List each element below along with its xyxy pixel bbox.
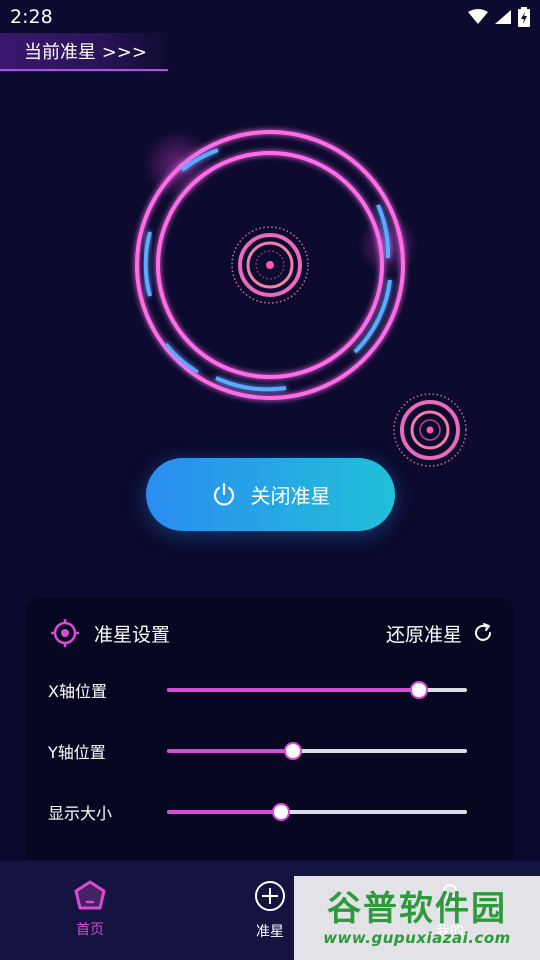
toggle-crosshair-label: 关闭准星 <box>250 484 331 508</box>
large-ring <box>135 130 418 400</box>
nav-item-home[interactable]: 首页 <box>0 861 180 960</box>
display-size-fill <box>167 810 281 814</box>
small-reticle <box>393 393 467 467</box>
crosshair-preview <box>135 130 467 467</box>
display-size-slider-row: 显示大小 <box>48 797 492 827</box>
watermark-title: 谷普软件园 <box>327 889 507 929</box>
crosshair-target-icon <box>51 619 79 647</box>
y-position-fill <box>167 749 293 753</box>
watermark: 谷普软件园 www.gupuxiazai.com <box>294 876 540 960</box>
display-size-thumb[interactable] <box>272 803 290 821</box>
x-position-slider-row: X轴位置 <box>48 675 492 705</box>
nav-label-crosshair: 准星 <box>256 924 284 940</box>
x-position-thumb[interactable] <box>410 681 428 699</box>
x-position-slider[interactable] <box>167 681 467 699</box>
watermark-url: www.gupuxiazai.com <box>323 929 511 947</box>
settings-title: 准星设置 <box>94 623 171 646</box>
crosshair-settings-panel: 准星设置 还原准星 X轴位置 Y轴位置 显示大小 <box>26 598 514 860</box>
display-size-slider[interactable] <box>167 803 467 821</box>
home-icon <box>74 880 106 910</box>
settings-title-group: 准星设置 <box>50 618 170 648</box>
y-position-label: Y轴位置 <box>48 743 106 762</box>
y-position-slider-row: Y轴位置 <box>48 736 492 766</box>
power-icon <box>213 482 234 506</box>
refresh-icon <box>475 623 491 641</box>
reset-crosshair-label: 还原准星 <box>385 623 462 646</box>
reset-crosshair-button[interactable]: 还原准星 <box>386 620 494 647</box>
x-position-label: X轴位置 <box>48 682 107 701</box>
nav-label-home: 首页 <box>76 922 104 938</box>
y-position-thumb[interactable] <box>284 742 302 760</box>
display-size-label: 显示大小 <box>48 804 113 823</box>
toggle-crosshair-button[interactable]: 关闭准星 <box>146 458 395 531</box>
settings-header: 准星设置 还原准星 <box>50 618 494 648</box>
y-position-slider[interactable] <box>167 742 467 760</box>
center-dot-reticle <box>231 226 309 304</box>
x-position-fill <box>167 688 419 692</box>
crosshair-icon <box>255 881 285 911</box>
